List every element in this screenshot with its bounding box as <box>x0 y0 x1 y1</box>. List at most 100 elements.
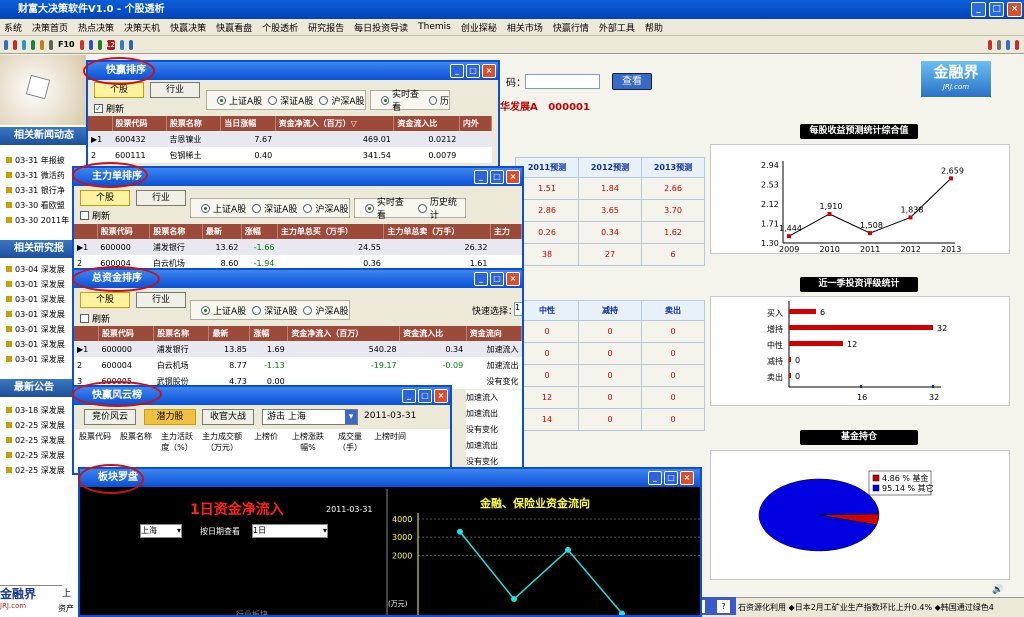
close-button[interactable]: × <box>1007 2 1022 17</box>
day-select[interactable]: 1日 ▾ <box>252 524 328 538</box>
menu-item[interactable]: 决策天机 <box>124 21 160 34</box>
close-button[interactable]: × <box>506 272 520 286</box>
settings-icon[interactable] <box>996 39 1001 50</box>
column-header[interactable] <box>74 224 98 239</box>
tab-industry[interactable]: 行业 <box>136 190 186 206</box>
refresh-checkbox[interactable]: 刷新 <box>80 312 110 325</box>
code-input[interactable] <box>525 74 600 89</box>
menu-item[interactable]: 快赢看盘 <box>216 21 252 34</box>
radar-icon[interactable] <box>119 39 124 50</box>
column-header[interactable]: 当日涨幅 <box>220 116 276 131</box>
close-button[interactable]: × <box>506 170 520 184</box>
column-header[interactable]: 最新 <box>208 326 251 341</box>
menu-item[interactable]: 帮助 <box>645 21 663 34</box>
data-point <box>827 211 832 216</box>
tab-stock[interactable]: 个股 <box>94 82 144 98</box>
minimize-button[interactable]: _ <box>450 64 464 78</box>
level2-icon[interactable]: L2 <box>106 39 115 50</box>
menu-item[interactable]: 个股透析 <box>262 21 298 34</box>
column-header[interactable]: 最新 <box>202 224 242 239</box>
market-select[interactable]: 上海 ▾ <box>140 524 182 538</box>
menu-item[interactable]: Themis <box>418 22 451 32</box>
menu-item[interactable]: 系统 <box>4 21 22 34</box>
column-header[interactable]: 主力 <box>490 224 522 239</box>
close-button[interactable]: × <box>680 471 694 485</box>
column-header[interactable]: 资金流入比 <box>399 326 467 341</box>
column-header[interactable]: 资金净流入（百万）▽ <box>275 116 395 131</box>
column-header[interactable]: 涨幅 <box>249 326 289 341</box>
refresh-checkbox[interactable]: 刷新 <box>80 209 110 222</box>
column-header[interactable] <box>88 116 113 131</box>
lock-icon[interactable] <box>987 39 992 50</box>
maximize-button[interactable]: □ <box>466 64 480 78</box>
minimize-button[interactable]: _ <box>474 272 488 286</box>
chart-icon[interactable] <box>22 39 26 50</box>
dice-icon <box>25 74 51 100</box>
menu-item[interactable]: 创业探秘 <box>461 21 497 34</box>
column-header[interactable]: 资金净流入（百万） <box>287 326 401 341</box>
column-header[interactable]: 主力单总买（万手） <box>277 224 385 239</box>
quick-select[interactable]: 1 <box>514 302 522 316</box>
speaker-icon[interactable]: 🔊 <box>992 585 1022 597</box>
exit-icon[interactable] <box>1014 39 1019 50</box>
minimize-button[interactable]: _ <box>648 471 662 485</box>
table-icon[interactable] <box>88 39 93 50</box>
tab-potential[interactable]: 潜力股 <box>144 409 196 425</box>
minimize-button[interactable]: _ <box>474 170 488 184</box>
menu-item[interactable]: 每日投资导读 <box>354 21 408 34</box>
table-row[interactable]: 2 600004 白云机场 8.77 -1.13 -19.17 -0.09 加速流出 <box>74 357 522 373</box>
column-header[interactable]: 股票代码 <box>98 326 155 341</box>
list-icon[interactable] <box>49 39 53 50</box>
column-header[interactable]: 内外 <box>459 116 493 131</box>
menu-item[interactable]: 相关市场 <box>507 21 543 34</box>
table-row[interactable]: ▶1 600432 吉恩镍业 7.67 469.01 0.0212 <box>88 131 492 147</box>
search-button[interactable]: 查看 <box>612 73 652 90</box>
column-header[interactable]: 股票名称 <box>149 224 203 239</box>
column-header[interactable]: 股票名称 <box>166 116 222 131</box>
menu-item[interactable]: 快赢决策 <box>170 21 206 34</box>
column-header[interactable]: 资金流入比 <box>393 116 460 131</box>
column-header[interactable]: 股票代码 <box>97 224 151 239</box>
tab-auction[interactable]: 竞价风云 <box>84 409 136 425</box>
up-icon[interactable] <box>13 39 17 50</box>
window-icon[interactable] <box>1005 39 1010 50</box>
menu-item[interactable]: 快赢行情 <box>553 21 589 34</box>
column-header[interactable]: 主力单总卖（万手） <box>383 224 491 239</box>
menu-item[interactable]: 热点决策 <box>78 21 114 34</box>
tab-industry[interactable]: 行业 <box>136 292 186 308</box>
column-header[interactable]: 股票代码 <box>112 116 167 131</box>
refresh-checkbox[interactable]: ✓ 刷新 <box>94 102 124 115</box>
f10-button[interactable]: F10 <box>58 40 75 49</box>
close-button[interactable]: × <box>482 64 496 78</box>
grid-icon[interactable] <box>31 39 35 50</box>
menu-item[interactable]: 决策首页 <box>32 21 68 34</box>
menu-item[interactable]: 研究报告 <box>308 21 344 34</box>
maximize-button[interactable]: □ <box>664 471 678 485</box>
column-header[interactable]: 股票名称 <box>153 326 210 341</box>
column-header[interactable] <box>74 326 99 341</box>
tab-stock[interactable]: 个股 <box>80 190 130 206</box>
minimize-button[interactable]: _ <box>402 389 416 403</box>
news-icon[interactable] <box>40 39 44 50</box>
maximize-button[interactable]: □ <box>490 170 504 184</box>
column-header[interactable]: 资金流向 <box>466 326 522 341</box>
maximize-button[interactable]: □ <box>418 389 432 403</box>
tab-industry[interactable]: 行业 <box>150 82 200 98</box>
help-icon[interactable]: ? <box>717 599 730 613</box>
rank-icon[interactable] <box>128 39 133 50</box>
table-row[interactable]: 2 600111 包钢稀土 0.40 341.54 0.0079 <box>88 147 492 163</box>
tab-closing[interactable]: 收官大战 <box>202 409 254 425</box>
report-icon[interactable] <box>79 39 84 50</box>
tab-stock[interactable]: 个股 <box>80 292 130 308</box>
table-row[interactable]: ▶1 600000 浦发银行 13.85 1.69 540.28 0.34 加速流入 <box>74 341 522 357</box>
close-button[interactable]: × <box>434 389 448 403</box>
maximize-button[interactable]: □ <box>989 2 1004 17</box>
maximize-button[interactable]: □ <box>490 272 504 286</box>
region-select[interactable]: 游击 上海 ▾ <box>262 409 358 425</box>
minimize-button[interactable]: _ <box>971 2 986 17</box>
table-row[interactable]: ▶1 600000 浦发银行 13.62 -1.66 24.55 26.32 <box>74 239 522 255</box>
home-icon[interactable] <box>4 39 8 50</box>
column-header[interactable]: 涨幅 <box>241 224 278 239</box>
flow-icon[interactable] <box>97 39 102 50</box>
menu-item[interactable]: 外部工具 <box>599 21 635 34</box>
